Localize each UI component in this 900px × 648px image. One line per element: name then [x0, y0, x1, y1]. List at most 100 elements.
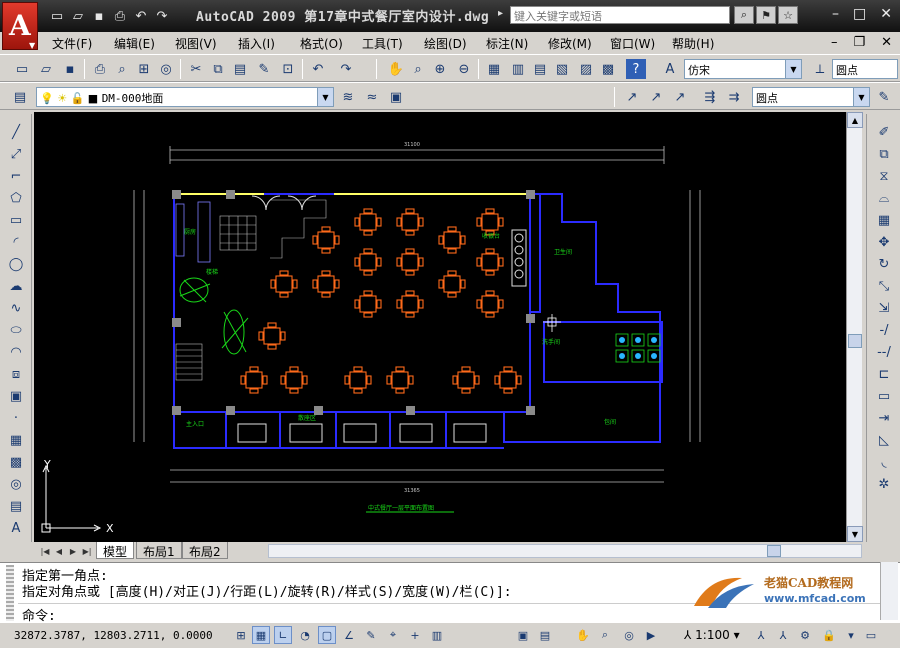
- object-snap-icon[interactable]: ▢: [318, 626, 336, 644]
- menu-edit[interactable]: 编辑(E): [114, 35, 155, 52]
- command-scrollbar[interactable]: [880, 562, 898, 620]
- maximize-icon[interactable]: □: [853, 6, 866, 22]
- menu-file[interactable]: 文件(F): [52, 35, 92, 52]
- publish-icon[interactable]: ⊞: [134, 59, 154, 79]
- gradient-icon[interactable]: ▩: [6, 452, 26, 472]
- prev-tab-icon[interactable]: ◀: [52, 544, 66, 558]
- polygon-icon[interactable]: ⬠: [6, 188, 26, 208]
- minimize-icon[interactable]: –: [832, 6, 839, 22]
- close-icon[interactable]: ✕: [880, 6, 892, 22]
- menu-view[interactable]: 视图(V): [175, 35, 217, 52]
- save-icon[interactable]: ▪: [90, 7, 108, 25]
- scale-icon[interactable]: ⤡: [874, 276, 894, 296]
- application-menu-button[interactable]: A ▼: [2, 2, 38, 50]
- qnew-icon[interactable]: ▭: [12, 59, 32, 79]
- tab-layout1[interactable]: 布局1: [136, 542, 182, 559]
- cut-icon[interactable]: ✂: [186, 59, 206, 79]
- ellipse-icon[interactable]: ⬭: [6, 320, 26, 340]
- command-window-grip[interactable]: [6, 565, 14, 621]
- clean-screen-icon[interactable]: ▭: [862, 626, 880, 644]
- rectangle-icon[interactable]: ▭: [6, 210, 26, 230]
- remove-leader-icon[interactable]: ↗: [670, 87, 690, 107]
- dynamic-ucs-icon[interactable]: ✎: [362, 626, 380, 644]
- spline-icon[interactable]: ∿: [6, 298, 26, 318]
- offset-icon[interactable]: ⌓: [874, 188, 894, 208]
- search-icon[interactable]: ⌕: [734, 6, 754, 24]
- arc-icon[interactable]: ◜: [6, 232, 26, 252]
- menu-format[interactable]: 格式(O): [300, 35, 343, 52]
- status-menu-icon[interactable]: ▾: [842, 626, 860, 644]
- object-snap-tracking-icon[interactable]: ∠: [340, 626, 358, 644]
- dim-style-select[interactable]: 圆点: [832, 59, 898, 79]
- ellipse-arc-icon[interactable]: ◠: [6, 342, 26, 362]
- model-space-icon[interactable]: ▣: [514, 626, 532, 644]
- vertical-scrollbar[interactable]: ▲ ▼: [846, 112, 863, 542]
- explode-icon[interactable]: ✲: [874, 474, 894, 494]
- revision-cloud-icon[interactable]: ☁: [6, 276, 26, 296]
- layout-icon[interactable]: ▤: [536, 626, 554, 644]
- menu-draw[interactable]: 绘图(D): [424, 35, 467, 52]
- table-icon[interactable]: ▤: [6, 496, 26, 516]
- make-block-icon[interactable]: ▣: [6, 386, 26, 406]
- zoom-previous-icon[interactable]: ⊖: [454, 59, 474, 79]
- favorites-icon[interactable]: ☆: [778, 6, 798, 24]
- last-tab-icon[interactable]: ▶|: [80, 544, 94, 558]
- move-icon[interactable]: ✥: [874, 232, 894, 252]
- make-current-layer-icon[interactable]: ≋: [338, 87, 358, 107]
- paste-icon[interactable]: ▤: [230, 59, 250, 79]
- undo-icon[interactable]: ↶: [132, 7, 150, 25]
- multiline-text-icon[interactable]: A: [6, 518, 26, 538]
- tool-palettes-icon[interactable]: ▤: [530, 59, 550, 79]
- redo-icon[interactable]: ↷: [153, 7, 171, 25]
- copy-icon[interactable]: ⧉: [208, 59, 228, 79]
- menu-dimension[interactable]: 标注(N): [486, 35, 528, 52]
- join-icon[interactable]: ⇥: [874, 408, 894, 428]
- doc-minimize-icon[interactable]: –: [831, 35, 838, 50]
- undo-toolbar-icon[interactable]: ↶: [308, 59, 328, 79]
- showmotion-icon[interactable]: ▶: [642, 626, 660, 644]
- sheet-set-icon[interactable]: ▧: [552, 59, 572, 79]
- ortho-mode-icon[interactable]: ∟: [274, 626, 292, 644]
- text-style-icon[interactable]: A: [660, 59, 680, 79]
- region-icon[interactable]: ◎: [6, 474, 26, 494]
- menu-tools[interactable]: 工具(T): [362, 35, 403, 52]
- extend-icon[interactable]: --/: [874, 342, 894, 362]
- zoom-window-icon[interactable]: ⊕: [430, 59, 450, 79]
- properties-icon[interactable]: ▦: [484, 59, 504, 79]
- polar-tracking-icon[interactable]: ◔: [296, 626, 314, 644]
- coordinate-readout[interactable]: 32872.3787, 12803.2711, 0.0000: [14, 629, 213, 642]
- scroll-down-icon[interactable]: ▼: [847, 526, 863, 542]
- open-icon[interactable]: ▱: [69, 7, 87, 25]
- open-file-icon[interactable]: ▱: [36, 59, 56, 79]
- break-at-point-icon[interactable]: ⊏: [874, 364, 894, 384]
- hatch-icon[interactable]: ▦: [6, 430, 26, 450]
- scroll-up-icon[interactable]: ▲: [847, 112, 863, 128]
- vertical-scroll-thumb[interactable]: [848, 334, 862, 348]
- pan-status-icon[interactable]: ✋: [574, 626, 592, 644]
- doc-restore-icon[interactable]: ❐: [853, 35, 865, 50]
- insert-block-icon[interactable]: ⧈: [6, 364, 26, 384]
- plot-icon[interactable]: ⎙: [90, 59, 110, 79]
- trim-icon[interactable]: -/: [874, 320, 894, 340]
- autoscale-icon[interactable]: ⅄: [774, 626, 792, 644]
- lock-toolbar-icon[interactable]: 🔒: [820, 626, 838, 644]
- layer-previous-icon[interactable]: ≈: [362, 87, 382, 107]
- text-style-select[interactable]: 仿宋 ▼: [684, 59, 802, 79]
- menu-window[interactable]: 窗口(W): [610, 35, 655, 52]
- lineweight-icon[interactable]: +: [406, 626, 424, 644]
- menu-help[interactable]: 帮助(H): [672, 35, 714, 52]
- layer-properties-icon[interactable]: ▤: [10, 87, 30, 107]
- search-input[interactable]: 键入关键字或短语: [510, 6, 730, 24]
- align-leaders-icon[interactable]: ⇶: [700, 87, 720, 107]
- first-tab-icon[interactable]: |◀: [38, 544, 52, 558]
- design-web-icon[interactable]: ◎: [156, 59, 176, 79]
- grid-display-icon[interactable]: ▦: [252, 626, 270, 644]
- quickcalc-icon[interactable]: ▩: [598, 59, 618, 79]
- fillet-icon[interactable]: ◟: [874, 452, 894, 472]
- print-icon[interactable]: ⎙: [111, 7, 129, 25]
- zoom-realtime-icon[interactable]: ⌕: [408, 59, 428, 79]
- annotation-visibility-icon[interactable]: ⅄: [752, 626, 770, 644]
- polyline-icon[interactable]: ⌐: [6, 166, 26, 186]
- redo-toolbar-icon[interactable]: ↷: [336, 59, 356, 79]
- circle-icon[interactable]: ◯: [6, 254, 26, 274]
